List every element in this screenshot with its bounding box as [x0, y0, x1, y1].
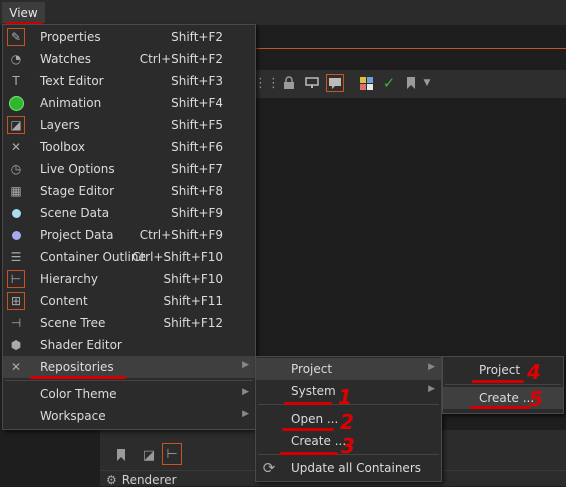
menu-item-stage-editor[interactable]: ▦ Stage Editor Shift+F8 [3, 180, 255, 202]
menu-separator [445, 384, 561, 385]
outline-icon: ☰ [10, 250, 22, 264]
annotation-underline-create [280, 452, 338, 455]
annotation-underline-repositories [30, 376, 126, 379]
annotation-number-4: 4 [527, 360, 541, 384]
annotation-underline-project [472, 380, 524, 383]
menu-item-watches[interactable]: ◔ Watches Ctrl+Shift+F2 [3, 48, 255, 70]
pencil-icon: ✎ [7, 28, 25, 46]
hierarchy-icon: ⊢ [7, 270, 25, 288]
view-menu-button[interactable]: View [2, 2, 45, 23]
annotation-number-3: 3 [341, 434, 355, 458]
color-palette-icon[interactable] [357, 74, 375, 92]
shader-icon: ⬢ [10, 338, 22, 352]
annotation-number-1: 1 [338, 385, 352, 409]
menu-item-repositories[interactable]: ✕ Repositories ▶ [3, 356, 255, 378]
renderer-tab[interactable]: ⚙ Renderer [106, 473, 177, 487]
check-icon[interactable]: ✓ [380, 74, 398, 92]
menu-item-live-options[interactable]: ◷ Live Options Shift+F7 [3, 158, 255, 180]
submenu-arrow-icon: ▶ [242, 360, 249, 370]
layers-icon[interactable]: ◪ [140, 446, 158, 464]
toolbox-icon: ✕ [10, 140, 22, 154]
scene-data-icon [7, 204, 25, 222]
gear-icon: ⚙ [106, 473, 117, 487]
menu-item-properties[interactable]: ✎ Properties Shift+F2 [3, 26, 255, 48]
project-data-icon [7, 226, 25, 244]
menu-item-shader-editor[interactable]: ⬢ Shader Editor [3, 334, 255, 356]
submenu-arrow-icon: ▶ [242, 409, 249, 419]
view-dropdown-menu: ✎ Properties Shift+F2 ◔ Watches Ctrl+Shi… [2, 24, 256, 430]
menu-item-layers[interactable]: ◪ Layers Shift+F5 [3, 114, 255, 136]
content-icon: ⊞ [7, 292, 25, 310]
menu-item-text-editor[interactable]: T Text Editor Shift+F3 [3, 70, 255, 92]
watch-icon: ◔ [10, 52, 22, 66]
annotation-underline-project-create [470, 406, 530, 409]
submenu-arrow-icon: ▶ [428, 362, 435, 372]
menu-item-animation[interactable]: Animation Shift+F4 [3, 92, 255, 114]
menu-item-toolbox[interactable]: ✕ Toolbox Shift+F6 [3, 136, 255, 158]
monitor-icon[interactable] [303, 74, 321, 92]
menu-bar [0, 0, 566, 25]
dropdown-arrow-icon[interactable]: ▼ [418, 74, 436, 92]
menu-item-scene-data[interactable]: Scene Data Shift+F9 [3, 202, 255, 224]
refresh-icon: ⟳ [262, 459, 276, 477]
annotation-number-5: 5 [529, 387, 543, 411]
menu-item-color-theme[interactable]: Color Theme ▶ [3, 383, 255, 405]
menu-separator [5, 380, 253, 381]
menu-item-scene-tree[interactable]: ⊣ Scene Tree Shift+F12 [3, 312, 255, 334]
panel-accent-line [256, 48, 566, 49]
clock-icon: ◷ [10, 162, 22, 176]
tree-icon[interactable]: ⊢ [162, 443, 182, 465]
submenu-arrow-icon: ▶ [242, 387, 249, 397]
annotation-number-2: 2 [340, 410, 354, 434]
menu-item-project-data[interactable]: Project Data Ctrl+Shift+F9 [3, 224, 255, 246]
submenu-arrow-icon: ▶ [428, 384, 435, 394]
bookmark-icon[interactable] [112, 446, 130, 464]
menu-item-hierarchy[interactable]: ⊢ Hierarchy Shift+F10 [3, 268, 255, 290]
menu-item-container-outline[interactable]: ☰ Container Outline Ctrl+Shift+F10 [3, 246, 255, 268]
submenu-item-project[interactable]: Project ▶ [256, 358, 441, 380]
menu-item-content[interactable]: ⊞ Content Shift+F11 [3, 290, 255, 312]
menu-item-workspace[interactable]: Workspace ▶ [3, 405, 255, 427]
annotation-underline-open [282, 428, 334, 431]
repositories-icon: ✕ [10, 360, 22, 374]
renderer-label: Renderer [121, 473, 177, 487]
submenu-item-update-all[interactable]: ⟳ Update all Containers [256, 457, 441, 479]
lock-icon[interactable] [280, 74, 298, 92]
project-submenu-item-project[interactable]: Project [443, 359, 563, 381]
annotation-underline-system [284, 402, 332, 405]
scene-tree-icon: ⊣ [10, 316, 22, 330]
stage-icon: ▦ [10, 184, 22, 198]
layers-icon: ◪ [7, 116, 25, 134]
comment-icon[interactable] [326, 74, 344, 92]
grid-icon[interactable]: ⋮⋮ [254, 74, 280, 92]
text-icon: T [12, 74, 20, 88]
animation-icon [7, 94, 25, 112]
